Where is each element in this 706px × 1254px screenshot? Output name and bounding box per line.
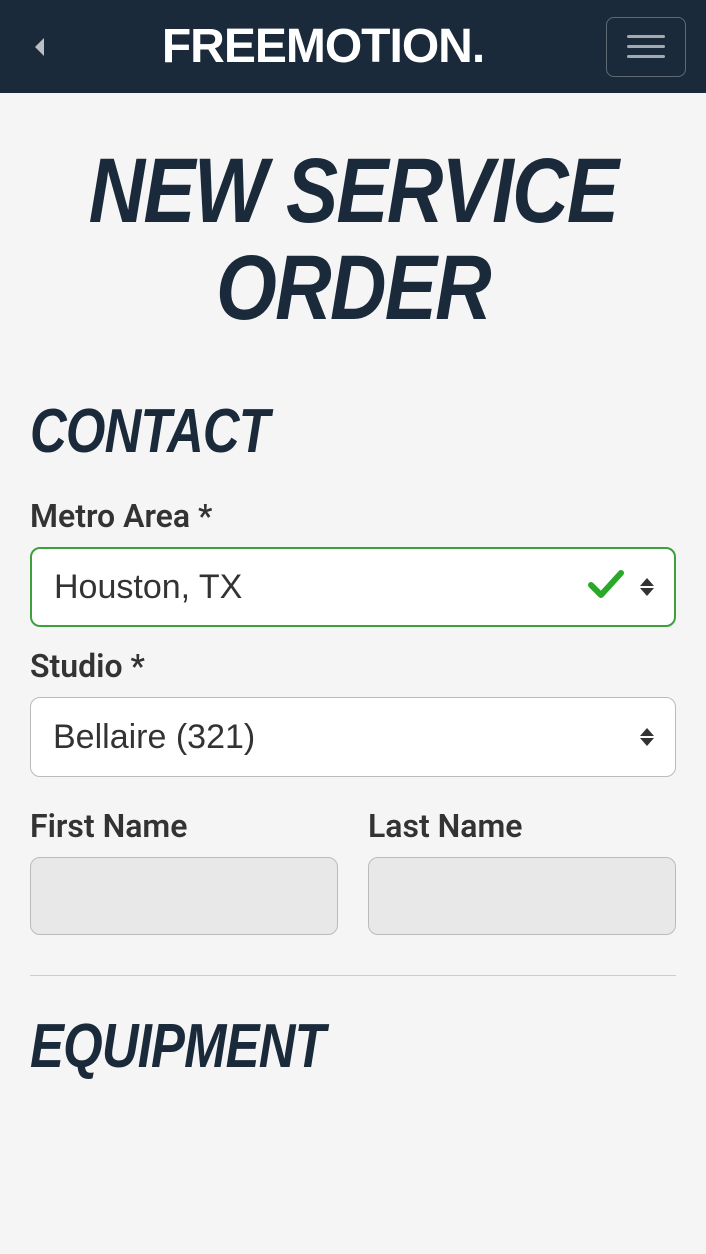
section-divider	[30, 975, 676, 976]
metro-area-label: Metro Area *	[30, 497, 676, 535]
last-name-label: Last Name	[368, 807, 676, 845]
name-row: First Name Last Name	[30, 807, 676, 935]
studio-select-wrapper: Bellaire (321)	[30, 697, 676, 777]
main-content: NEW SERVICE ORDER CONTACT Metro Area * H…	[0, 143, 706, 1082]
studio-group: Studio * Bellaire (321)	[30, 647, 676, 777]
hamburger-icon	[627, 35, 665, 38]
first-name-label: First Name	[30, 807, 338, 845]
page-title: NEW SERVICE ORDER	[78, 143, 627, 336]
menu-button[interactable]	[606, 17, 686, 77]
equipment-heading: EQUIPMENT	[30, 1011, 560, 1082]
contact-heading: CONTACT	[30, 396, 560, 467]
first-name-input[interactable]	[30, 857, 338, 935]
first-name-group: First Name	[30, 807, 338, 935]
navbar: FREEMOTION.	[0, 0, 706, 93]
metro-area-group: Metro Area * Houston, TX	[30, 497, 676, 627]
studio-select[interactable]: Bellaire (321)	[30, 697, 676, 777]
studio-label: Studio *	[30, 647, 676, 685]
last-name-group: Last Name	[368, 807, 676, 935]
logo-text: FREEMOTION.	[40, 19, 606, 74]
metro-area-select[interactable]: Houston, TX	[30, 547, 676, 627]
last-name-input[interactable]	[368, 857, 676, 935]
metro-area-select-wrapper: Houston, TX	[30, 547, 676, 627]
